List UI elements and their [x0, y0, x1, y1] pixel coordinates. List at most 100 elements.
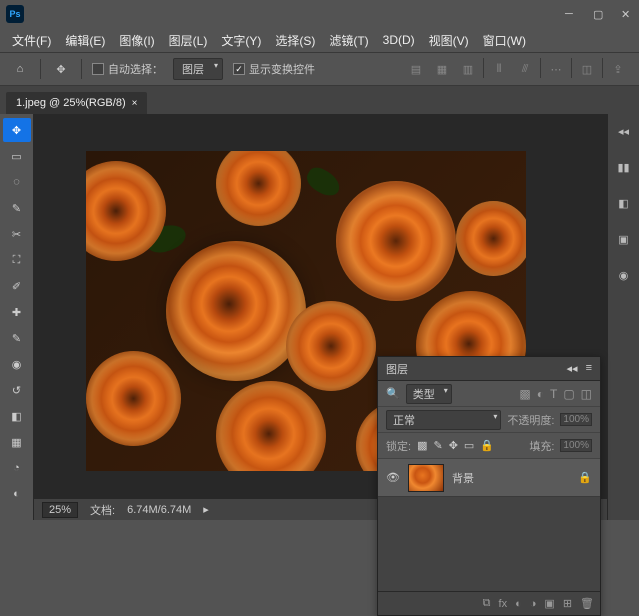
lock-transparency-icon[interactable]: ▩ — [417, 439, 427, 452]
auto-select-target-dropdown[interactable]: 图层 — [173, 58, 223, 80]
align-left-icon[interactable]: ▤ — [405, 58, 427, 80]
lock-position-icon[interactable]: ✥ — [449, 439, 458, 452]
delete-layer-icon[interactable]: 🗑 — [580, 597, 594, 610]
blur-tool[interactable]: ◔ — [3, 456, 31, 480]
layers-list: 👁 背景 🔒 — [378, 459, 600, 591]
menu-window[interactable]: 窗口(W) — [479, 30, 530, 51]
layer-fx-icon[interactable]: fx — [499, 598, 508, 610]
crop-tool[interactable]: ✂ — [3, 222, 31, 246]
layer-thumbnail[interactable] — [408, 464, 444, 492]
filter-type-dropdown[interactable]: 类型 — [406, 384, 452, 404]
align-right-icon[interactable]: ▥ — [457, 58, 479, 80]
link-layers-icon[interactable]: ⧉ — [483, 597, 491, 610]
lock-all-icon[interactable]: 🔒 — [480, 439, 494, 452]
layer-mask-icon[interactable]: ◐ — [515, 598, 522, 610]
menu-type[interactable]: 文字(Y) — [217, 30, 265, 51]
group-icon[interactable]: ▣ — [544, 597, 554, 610]
align-center-icon[interactable]: ▦ — [431, 58, 453, 80]
document-tab-label: 1.jpeg @ 25%(RGB/8) — [16, 97, 126, 109]
move-tool[interactable]: ✥ — [3, 118, 31, 142]
new-layer-icon[interactable]: ⊞ — [563, 597, 572, 610]
lock-label: 锁定: — [386, 438, 411, 454]
blend-mode-dropdown[interactable]: 正常 — [386, 410, 501, 430]
auto-select-label: 自动选择： — [108, 61, 163, 77]
lock-image-icon[interactable]: ✎ — [433, 439, 442, 452]
menu-select[interactable]: 选择(S) — [271, 30, 319, 51]
expand-dock-icon[interactable]: ◂◂ — [613, 120, 635, 142]
share-icon[interactable]: ⇪ — [607, 58, 629, 80]
marquee-tool[interactable]: ▭ — [3, 144, 31, 168]
close-button[interactable]: ✕ — [621, 8, 633, 20]
tab-close-icon[interactable]: × — [132, 98, 138, 109]
menu-edit[interactable]: 编辑(E) — [61, 30, 109, 51]
layers-panel-header[interactable]: 图层 ◂◂ ≡ — [378, 357, 600, 381]
menu-3d[interactable]: 3D(D) — [379, 31, 419, 49]
doc-size-label: 文档: — [90, 502, 115, 518]
doc-size-value: 6.74M/6.74M — [127, 504, 191, 516]
layer-name[interactable]: 背景 — [452, 470, 570, 486]
document-tab-bar: 1.jpeg @ 25%(RGB/8) × — [0, 86, 639, 114]
lasso-tool[interactable]: ◌ — [3, 170, 31, 194]
quick-select-tool[interactable]: ✎ — [3, 196, 31, 220]
gradient-tool[interactable]: ▦ — [3, 430, 31, 454]
auto-select-checkbox[interactable] — [92, 63, 104, 75]
lock-icon[interactable]: 🔒 — [578, 471, 592, 484]
layer-row-background[interactable]: 👁 背景 🔒 — [378, 459, 600, 497]
lock-artboard-icon[interactable]: ▭ — [464, 439, 474, 452]
collapse-panel-icon[interactable]: ◂◂ — [567, 362, 578, 375]
dodge-tool[interactable]: ◐ — [3, 482, 31, 506]
align-more-icon[interactable]: ⋯ — [545, 58, 567, 80]
home-icon[interactable]: ⌂ — [10, 59, 30, 79]
layers-panel-footer: ⧉ fx ◐ ◑ ▣ ⊞ 🗑 — [378, 591, 600, 615]
adjustments-panel-icon[interactable]: ◧ — [613, 192, 635, 214]
histogram-panel-icon[interactable]: ▮▮ — [613, 156, 635, 178]
layers-panel-title: 图层 — [386, 361, 408, 377]
filter-adjustment-icon[interactable]: ◐ — [537, 387, 544, 401]
visibility-toggle-icon[interactable]: 👁 — [386, 471, 400, 484]
move-tool-icon[interactable]: ✥ — [51, 59, 71, 79]
right-dock: ◂◂ ▮▮ ◧ ▣ ◉ — [607, 114, 639, 520]
show-transform-checkbox[interactable] — [233, 63, 245, 75]
chevron-right-icon[interactable]: ▸ — [203, 503, 209, 516]
filter-type-icon[interactable]: T — [550, 387, 557, 401]
menu-bar: 文件(F) 编辑(E) 图像(I) 图层(L) 文字(Y) 选择(S) 滤镜(T… — [0, 28, 639, 52]
fill-value[interactable]: 100% — [560, 439, 592, 452]
libraries-panel-icon[interactable]: ▣ — [613, 228, 635, 250]
distribute-v-icon[interactable]: ⫻ — [514, 58, 536, 80]
distribute-h-icon[interactable]: ⫴ — [488, 58, 510, 80]
app-window: Ps ─ ▢ ✕ 文件(F) 编辑(E) 图像(I) 图层(L) 文字(Y) 选… — [0, 0, 639, 520]
healing-tool[interactable]: ✚ — [3, 300, 31, 324]
3d-mode-icon[interactable]: ◫ — [576, 58, 598, 80]
color-panel-icon[interactable]: ◉ — [613, 264, 635, 286]
minimize-button[interactable]: ─ — [565, 8, 577, 20]
menu-view[interactable]: 视图(V) — [425, 30, 473, 51]
filter-pixel-icon[interactable]: ▩ — [519, 387, 530, 401]
menu-image[interactable]: 图像(I) — [115, 30, 158, 51]
frame-tool[interactable]: ⛶ — [3, 248, 31, 272]
brush-tool[interactable]: ✎ — [3, 326, 31, 350]
eyedropper-tool[interactable]: ✐ — [3, 274, 31, 298]
document-tab[interactable]: 1.jpeg @ 25%(RGB/8) × — [6, 92, 147, 114]
menu-file[interactable]: 文件(F) — [8, 30, 55, 51]
options-bar: ⌂ ✥ 自动选择： 图层 显示变换控件 ▤ ▦ ▥ ⫴ ⫻ ⋯ ◫ ⇪ — [0, 52, 639, 86]
titlebar: Ps ─ ▢ ✕ — [0, 0, 639, 28]
filter-smart-icon[interactable]: ◫ — [581, 387, 592, 401]
app-logo: Ps — [6, 5, 24, 23]
layers-panel: 图层 ◂◂ ≡ 🔍 类型 ▩ ◐ T ▢ ◫ 正常 不透明度: — [377, 356, 601, 616]
opacity-label: 不透明度: — [507, 412, 554, 428]
adjustment-layer-icon[interactable]: ◑ — [530, 598, 537, 610]
eraser-tool[interactable]: ◧ — [3, 404, 31, 428]
panel-menu-icon[interactable]: ≡ — [586, 362, 592, 375]
fill-label: 填充: — [529, 438, 554, 454]
main-area: ✥ ▭ ◌ ✎ ✂ ⛶ ✐ ✚ ✎ ◉ ↺ ◧ ▦ ◔ ◐ — [0, 114, 639, 520]
tools-panel: ✥ ▭ ◌ ✎ ✂ ⛶ ✐ ✚ ✎ ◉ ↺ ◧ ▦ ◔ ◐ — [0, 114, 34, 520]
menu-filter[interactable]: 滤镜(T) — [325, 30, 372, 51]
menu-layer[interactable]: 图层(L) — [165, 30, 212, 51]
history-brush-tool[interactable]: ↺ — [3, 378, 31, 402]
search-icon[interactable]: 🔍 — [386, 387, 400, 400]
filter-shape-icon[interactable]: ▢ — [563, 387, 574, 401]
maximize-button[interactable]: ▢ — [593, 8, 605, 20]
clone-tool[interactable]: ◉ — [3, 352, 31, 376]
opacity-value[interactable]: 100% — [560, 413, 592, 426]
zoom-level[interactable]: 25% — [42, 502, 78, 518]
